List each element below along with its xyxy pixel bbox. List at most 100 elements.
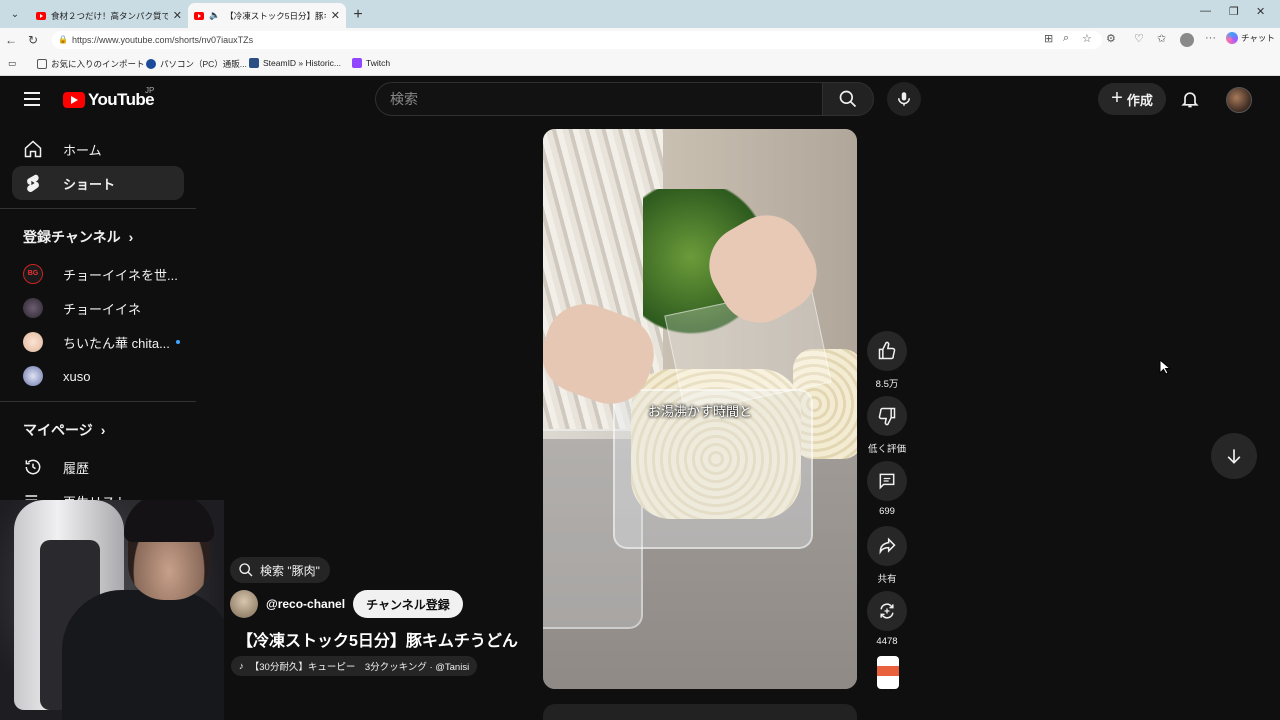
tab-strip-icon[interactable]: ▭ [8, 58, 16, 69]
sidebar-item-shorts[interactable]: ショート [12, 166, 184, 200]
youtube-logo[interactable]: YouTube JP [63, 86, 155, 110]
youtube-play-icon [63, 92, 85, 108]
channel-avatar [23, 366, 43, 386]
like-button[interactable] [867, 331, 907, 371]
like-action: 8.5万 [867, 331, 907, 390]
sidebar-channel[interactable]: BG チョーイイネを世... [12, 257, 184, 291]
url-field[interactable]: 🔒 https://www.youtube.com/shorts/nv07iau… [52, 31, 1102, 49]
search-input[interactable]: 検索 [375, 82, 823, 116]
remix-button[interactable] [867, 591, 907, 631]
next-short-button[interactable] [1211, 433, 1257, 479]
search-button[interactable] [822, 82, 874, 116]
browser-tab-bar: ⌄ 食材２つだけ！高タンパク質で痩せる ✕ 🔈 【冷凍ストック5日分】豚キムチう… [0, 0, 1280, 28]
bookmark-pc[interactable]: パソコン（PC）通販... [146, 58, 247, 70]
channel-row: @reco-chanel チャンネル登録 [230, 590, 463, 618]
folder-icon [37, 59, 47, 69]
subscribe-button[interactable]: チャンネル登録 [353, 590, 463, 618]
tab-title: 【冷凍ストック5日分】豚キムチうどん [225, 10, 326, 21]
bookmark-label: お気に入りのインポート [51, 59, 145, 69]
maximize-icon[interactable]: ❐ [1229, 5, 1239, 18]
streamer-hair [124, 500, 214, 542]
channel-name: チョーイイネを世... [63, 267, 178, 283]
channel-handle[interactable]: @reco-chanel [266, 597, 345, 611]
copilot-chat-button[interactable]: チャット [1226, 32, 1275, 44]
mypage-header[interactable]: マイページ › [12, 410, 184, 450]
channel-name: ちいたん華 chita... [63, 335, 170, 351]
sidebar-item-home[interactable]: ホーム [12, 132, 184, 166]
minimize-icon[interactable]: — [1200, 5, 1211, 17]
microphone-icon [898, 92, 910, 106]
bookmark-steamid[interactable]: SteamID » Historic... [249, 58, 341, 68]
tab-actions-menu-icon[interactable]: ⌄ [4, 3, 26, 25]
new-tab-button[interactable]: + [346, 3, 370, 27]
video-caption: お湯沸かす時間と [647, 404, 752, 419]
close-tab-icon[interactable]: ✕ [331, 9, 340, 22]
account-avatar[interactable] [1226, 87, 1252, 113]
thumbs-down-icon [878, 407, 896, 426]
bell-icon [1181, 92, 1199, 108]
extensions-icon[interactable]: ⚙ [1106, 32, 1116, 45]
zoom-icon[interactable]: ⌕ [1063, 32, 1069, 45]
reload-icon[interactable]: ↻ [22, 33, 44, 47]
sidebar-item-label: ショート [63, 176, 116, 192]
related-search-chip[interactable]: 検索 "豚肉" [230, 557, 330, 583]
sidebar-channel[interactable]: xuso [12, 359, 184, 393]
bookmark-twitch[interactable]: Twitch [352, 58, 390, 68]
short-title[interactable]: 【冷凍ストック5日分】豚キムチうどん [237, 627, 518, 651]
close-window-icon[interactable]: ✕ [1256, 5, 1265, 18]
bookmark-label: パソコン（PC）通販... [160, 59, 247, 69]
browser-tab-active[interactable]: 🔈 【冷凍ストック5日分】豚キムチうどん ✕ [188, 3, 346, 28]
share-button[interactable] [867, 526, 907, 566]
profile-icon[interactable] [1180, 33, 1194, 47]
share-arrow-icon [879, 537, 896, 555]
channel-avatar [23, 298, 43, 318]
new-content-dot [175, 340, 180, 344]
sidebar-channel[interactable]: ちいたん華 chita... [12, 325, 184, 359]
shorts-icon [27, 174, 39, 192]
search-icon [239, 563, 253, 577]
voice-search-button[interactable] [887, 82, 921, 116]
comments-button[interactable] [867, 461, 907, 501]
channel-avatar[interactable] [230, 590, 258, 618]
copilot-icon [1226, 32, 1238, 44]
lock-icon: 🔒 [58, 35, 68, 44]
search-icon [839, 90, 857, 108]
close-tab-icon[interactable]: ✕ [173, 9, 182, 22]
mouse-cursor-icon [1159, 358, 1172, 380]
subscriptions-header[interactable]: 登録チャンネル › [12, 217, 184, 257]
shorts-video-player[interactable]: お湯沸かす時間と [543, 129, 857, 689]
more-icon[interactable]: ··· [1205, 32, 1216, 44]
create-button[interactable]: + 作成 [1098, 83, 1166, 115]
search-chip-label: 検索 "豚肉" [260, 563, 320, 578]
remix-icon [880, 603, 894, 619]
thumbs-up-icon [878, 341, 896, 360]
youtube-favicon-icon [36, 11, 46, 20]
music-chip[interactable]: ♪ 【30分耐久】キューピー 3分クッキング · @Tanisi [231, 656, 478, 676]
app-icon[interactable]: ⊞ [1044, 32, 1053, 45]
comment-count: 699 [879, 506, 895, 517]
sound-thumbnail[interactable] [877, 656, 899, 689]
dislike-button[interactable] [867, 396, 907, 436]
bookmark-import[interactable]: お気に入りのインポート [37, 58, 145, 70]
comment-action: 699 [867, 461, 907, 517]
music-note-icon: ♪ [239, 660, 244, 672]
music-label: 【30分耐久】キューピー 3分クッキング · @Tanisi [249, 662, 470, 673]
notifications-button[interactable] [1180, 88, 1200, 115]
guide-menu-icon[interactable] [24, 92, 40, 106]
comment-icon [879, 473, 895, 490]
sidebar-item-label: ホーム [63, 142, 102, 158]
favorites-icon[interactable]: ✩ [1157, 32, 1166, 45]
sidebar-channel[interactable]: チョーイイネ [12, 291, 184, 325]
back-icon[interactable]: ← [0, 33, 22, 47]
share-label: 共有 [877, 574, 897, 585]
history-icon [25, 459, 41, 475]
favorite-star-icon[interactable]: ☆ [1082, 32, 1092, 45]
remix-action: 4478 [867, 591, 907, 647]
sidebar-item-history[interactable]: 履歴 [12, 450, 184, 484]
browser-essentials-icon[interactable]: ♡ [1134, 32, 1144, 45]
speaker-icon[interactable]: 🔈 [209, 10, 220, 21]
share-action: 共有 [867, 526, 907, 585]
divider [0, 401, 196, 402]
bookmark-label: SteamID » Historic... [263, 58, 341, 68]
browser-tab[interactable]: 食材２つだけ！高タンパク質で痩せる ✕ [30, 3, 188, 28]
